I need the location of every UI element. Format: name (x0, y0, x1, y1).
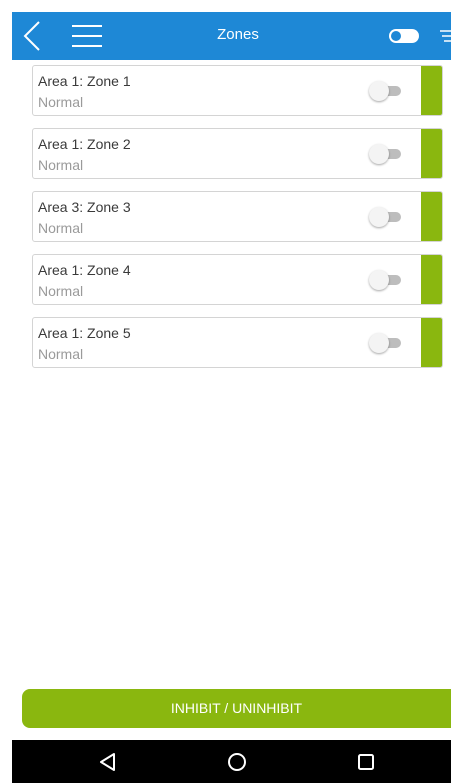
zone-name: Area 1: Zone 2 (38, 136, 131, 152)
zone-name: Area 1: Zone 4 (38, 262, 131, 278)
zone-item[interactable]: Area 1: Zone 4 Normal (32, 254, 443, 305)
zone-status-indicator (421, 66, 442, 115)
toggle-knob (391, 31, 401, 41)
nav-back-button[interactable] (97, 751, 119, 773)
toggle-thumb (369, 333, 389, 353)
back-button[interactable] (20, 18, 50, 54)
toggle-thumb (369, 270, 389, 290)
zone-item[interactable]: Area 1: Zone 1 Normal (32, 65, 443, 116)
toggle-thumb (369, 144, 389, 164)
zone-toggle[interactable] (369, 333, 403, 353)
nav-home-button[interactable] (226, 751, 248, 773)
zone-item[interactable]: Area 1: Zone 2 Normal (32, 128, 443, 179)
screen: Zones Area 1: Zone 1 Normal Area 1: Zone… (0, 0, 451, 783)
nav-recents-button[interactable] (355, 751, 377, 773)
square-recents-icon (358, 754, 374, 770)
zone-name: Area 1: Zone 1 (38, 73, 131, 89)
app-header: Zones (12, 12, 451, 60)
inhibit-uninhibit-button[interactable]: INHIBIT / UNINHIBIT (22, 689, 451, 728)
zone-status: Normal (38, 220, 84, 236)
circle-home-icon (228, 753, 246, 771)
toggle-thumb (369, 81, 389, 101)
system-nav-bar (12, 740, 451, 783)
zone-status-indicator (421, 318, 442, 367)
zone-name: Area 3: Zone 3 (38, 199, 131, 215)
zone-toggle[interactable] (369, 144, 403, 164)
filter-icon (440, 30, 451, 42)
chevron-left-icon (23, 21, 40, 51)
zone-list: Area 1: Zone 1 Normal Area 1: Zone 2 Nor… (32, 65, 443, 380)
zone-status: Normal (38, 346, 84, 362)
toggle-thumb (369, 207, 389, 227)
zone-toggle[interactable] (369, 207, 403, 227)
filter-button[interactable] (436, 26, 451, 46)
zone-toggle[interactable] (369, 81, 403, 101)
menu-button[interactable] (70, 20, 104, 52)
zone-status-indicator (421, 129, 442, 178)
zone-status: Normal (38, 94, 84, 110)
zone-status: Normal (38, 283, 84, 299)
zone-status-indicator (421, 255, 442, 304)
zone-status-indicator (421, 192, 442, 241)
zone-status: Normal (38, 157, 84, 173)
hamburger-menu-icon (72, 25, 102, 47)
zone-toggle[interactable] (369, 270, 403, 290)
zone-name: Area 1: Zone 5 (38, 325, 131, 341)
header-toggle[interactable] (389, 29, 419, 43)
zone-item[interactable]: Area 1: Zone 5 Normal (32, 317, 443, 368)
zone-item[interactable]: Area 3: Zone 3 Normal (32, 191, 443, 242)
triangle-back-icon (100, 753, 115, 771)
